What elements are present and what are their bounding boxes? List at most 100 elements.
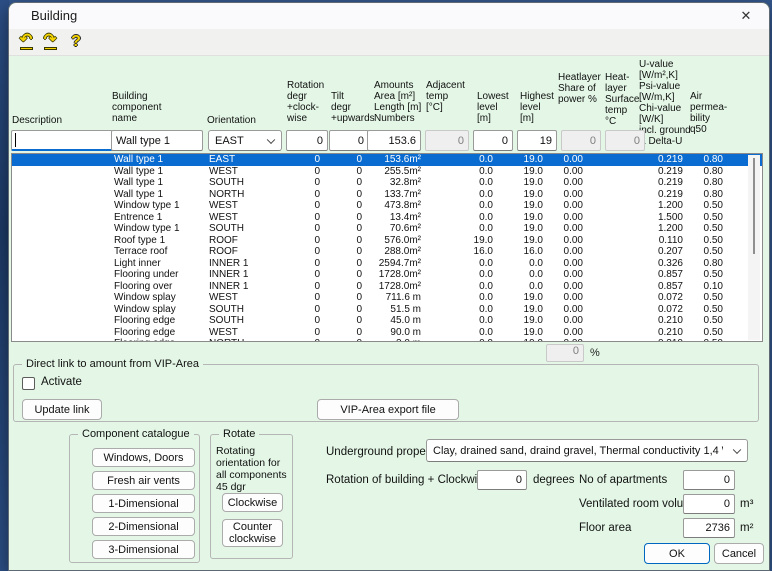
- table-cell: Light inner: [104, 258, 202, 270]
- table-cell: 0.210: [583, 327, 683, 339]
- table-cell: EAST: [202, 154, 282, 166]
- room-volume-input[interactable]: [683, 494, 735, 514]
- underground-properties-select[interactable]: Clay, drained sand, draind gravel, Therm…: [426, 439, 748, 462]
- table-cell: 0.0: [457, 177, 493, 189]
- activate-checkbox[interactable]: [22, 377, 35, 390]
- table-cell: [12, 212, 104, 224]
- table-cell: 0: [320, 315, 362, 327]
- apartments-input[interactable]: [683, 470, 735, 490]
- building-dialog: Building ✕ ↶ ↷ ? Description Building co…: [8, 2, 770, 571]
- floor-area-label: Floor area: [579, 522, 631, 534]
- table-cell: Flooring edge: [104, 338, 202, 342]
- table-cell: [421, 258, 457, 270]
- title-bar: Building ✕: [9, 3, 769, 29]
- table-cell: Terrace roof: [104, 246, 202, 258]
- table-cell: 19.0: [493, 315, 543, 327]
- rotate-right-icon[interactable]: ↷: [41, 33, 59, 51]
- table-cell: 0: [320, 212, 362, 224]
- table-row[interactable]: Light innerINNER 1002594.7m²0.00.00.000.…: [12, 258, 762, 270]
- col-header-rotation: Rotation degr +clock- wise: [287, 80, 324, 124]
- table-cell: [421, 223, 457, 235]
- table-row[interactable]: Window type 1WEST00473.8m²0.019.00.001.2…: [12, 200, 762, 212]
- rotation-input[interactable]: [286, 130, 328, 151]
- table-cell: 19.0: [493, 292, 543, 304]
- table-cell: 2.0 m: [362, 338, 421, 342]
- table-cell: 19.0: [493, 166, 543, 178]
- table-row[interactable]: Terrace roofROOF00288.0m²16.016.00.000.2…: [12, 246, 762, 258]
- table-row[interactable]: Wall type 1NORTH00133.7m²0.019.00.000.21…: [12, 189, 762, 201]
- three-dimensional-button[interactable]: 3-Dimensional: [92, 540, 195, 559]
- table-row[interactable]: Window splayWEST00711.6 m0.019.00.000.07…: [12, 292, 762, 304]
- component-list[interactable]: Wall type 1EAST00153.6m²0.019.00.000.219…: [11, 153, 763, 342]
- cancel-button[interactable]: Cancel: [714, 543, 764, 564]
- table-cell: 0.00: [543, 304, 583, 316]
- table-cell: Flooring edge: [104, 327, 202, 339]
- table-cell: [12, 269, 104, 281]
- col-header-description: Description: [12, 115, 62, 126]
- description-input[interactable]: [11, 130, 113, 151]
- table-cell: 0.80: [683, 166, 723, 178]
- table-row[interactable]: Wall type 1SOUTH0032.8m²0.019.00.000.219…: [12, 177, 762, 189]
- building-rotation-input[interactable]: [477, 470, 527, 490]
- table-cell: WEST: [202, 166, 282, 178]
- table-cell: Roof type 1: [104, 235, 202, 247]
- ok-button[interactable]: OK: [644, 543, 710, 564]
- table-cell: [421, 200, 457, 212]
- table-row[interactable]: Wall type 1EAST00153.6m²0.019.00.000.219…: [12, 154, 762, 166]
- highest-level-input[interactable]: [517, 130, 557, 151]
- text-caret: [15, 133, 16, 147]
- help-icon[interactable]: ?: [67, 33, 85, 51]
- table-cell: 0: [320, 269, 362, 281]
- component-name-input[interactable]: [111, 130, 203, 151]
- table-row[interactable]: Flooring edgeNORTH002.0 m0.019.00.000.21…: [12, 338, 762, 342]
- rotate-left-icon[interactable]: ↶: [17, 33, 35, 51]
- table-cell: 0.80: [683, 154, 723, 166]
- table-cell: 19.0: [493, 338, 543, 342]
- table-row[interactable]: Window type 1SOUTH0070.6m²0.019.00.001.2…: [12, 223, 762, 235]
- two-dimensional-button[interactable]: 2-Dimensional: [92, 517, 195, 536]
- floor-area-input[interactable]: [683, 518, 735, 538]
- table-cell: Window type 1: [104, 223, 202, 235]
- table-cell: Flooring edge: [104, 315, 202, 327]
- one-dimensional-button[interactable]: 1-Dimensional: [92, 494, 195, 513]
- table-row[interactable]: Window splaySOUTH0051.5 m0.019.00.000.07…: [12, 304, 762, 316]
- table-cell: 0: [320, 154, 362, 166]
- rotate-group-title: Rotate: [219, 428, 259, 440]
- windows-doors-button[interactable]: Windows, Doors: [92, 448, 195, 467]
- table-cell: [12, 177, 104, 189]
- update-link-button[interactable]: Update link: [22, 399, 102, 420]
- fresh-air-vents-button[interactable]: Fresh air vents: [92, 471, 195, 490]
- table-cell: SOUTH: [202, 304, 282, 316]
- table-cell: 0: [320, 200, 362, 212]
- counter-clockwise-button[interactable]: Counter clockwise: [222, 519, 283, 547]
- table-cell: 90.0 m: [362, 327, 421, 339]
- table-row[interactable]: Wall type 1WEST00255.5m²0.019.00.000.219…: [12, 166, 762, 178]
- table-cell: 0.207: [583, 246, 683, 258]
- orientation-select[interactable]: EAST: [208, 130, 282, 151]
- table-cell: 0: [282, 327, 320, 339]
- table-row[interactable]: Flooring edgeSOUTH0045.0 m0.019.00.000.2…: [12, 315, 762, 327]
- clockwise-button[interactable]: Clockwise: [222, 493, 283, 512]
- table-cell: NORTH: [202, 189, 282, 201]
- tilt-input[interactable]: [329, 130, 369, 151]
- vip-area-export-button[interactable]: VIP-Area export file: [317, 399, 459, 420]
- table-cell: 0.00: [543, 327, 583, 339]
- table-row[interactable]: Entrence 1WEST0013.4m²0.019.00.001.5000.…: [12, 212, 762, 224]
- chevron-down-icon: [733, 445, 741, 453]
- table-row[interactable]: Flooring edgeWEST0090.0 m0.019.00.000.21…: [12, 327, 762, 339]
- lowest-level-input[interactable]: [473, 130, 513, 151]
- table-cell: 0.0: [457, 269, 493, 281]
- table-row[interactable]: Flooring overINNER 1001728.0m²0.00.00.00…: [12, 281, 762, 293]
- table-row[interactable]: Flooring underINNER 1001728.0m²0.00.00.0…: [12, 269, 762, 281]
- table-cell: NORTH: [202, 338, 282, 342]
- table-row[interactable]: Roof type 1ROOF00576.0m²19.019.00.000.11…: [12, 235, 762, 247]
- scrollbar[interactable]: [748, 155, 760, 340]
- table-cell: 0: [282, 292, 320, 304]
- table-cell: 0.0: [457, 166, 493, 178]
- table-cell: 0.219: [583, 154, 683, 166]
- amount-input[interactable]: [367, 130, 421, 151]
- table-cell: Wall type 1: [104, 189, 202, 201]
- table-cell: [421, 189, 457, 201]
- scrollbar-thumb[interactable]: [753, 158, 755, 254]
- close-icon[interactable]: ✕: [737, 7, 755, 25]
